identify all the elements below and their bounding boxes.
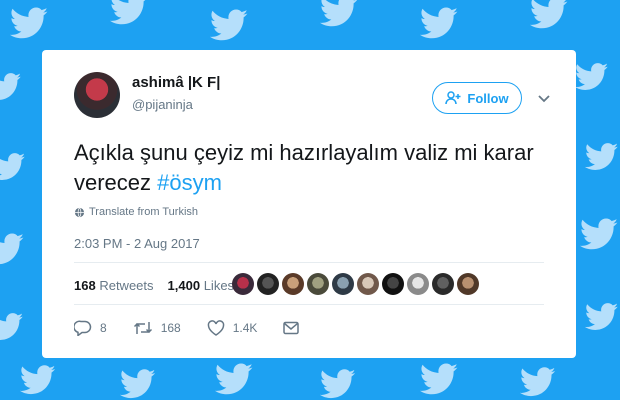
reply-count: 8 [100, 321, 107, 335]
timestamp[interactable]: 2:03 PM - 2 Aug 2017 [74, 236, 200, 251]
divider-bottom [74, 304, 544, 305]
engagement-stats: 168 Retweets 1,400 Likes [74, 278, 234, 293]
likes-count: 1,400 [167, 278, 201, 293]
tweet-card: ashimâ |K F| @pijaninja Follow Açıkla şu… [42, 50, 576, 358]
reply-icon [74, 320, 92, 336]
hashtag-link[interactable]: #ösym [157, 170, 222, 195]
liker-avatar[interactable] [282, 273, 304, 295]
retweet-icon [133, 322, 152, 334]
like-button[interactable]: 1.4K [207, 320, 258, 336]
liker-avatar[interactable] [457, 273, 479, 295]
user-handle[interactable]: @pijaninja [132, 97, 193, 112]
retweets-stat[interactable]: 168 Retweets [74, 278, 154, 293]
retweets-label: Retweets [99, 278, 154, 293]
liker-avatars [232, 273, 479, 295]
translate-link[interactable]: Translate from Turkish [74, 206, 198, 218]
translate-label: Translate from Turkish [89, 206, 199, 218]
retweet-button[interactable]: 168 [133, 320, 181, 336]
likes-label: Likes [203, 278, 235, 293]
follow-button[interactable]: Follow [432, 82, 522, 114]
follow-label: Follow [467, 90, 509, 106]
globe-icon [74, 207, 85, 217]
tweet-actions: 8 168 1.4K [74, 320, 325, 336]
liker-avatar[interactable] [332, 273, 354, 295]
tweet-body: Açıkla şunu çeyiz mi hazırlayalım valiz … [74, 140, 534, 195]
retweets-count: 168 [74, 278, 96, 293]
heart-icon [207, 320, 224, 336]
liker-avatar[interactable] [232, 273, 254, 295]
chevron-down-icon[interactable] [536, 90, 552, 106]
direct-message-icon [283, 321, 300, 335]
avatar[interactable] [74, 72, 120, 118]
tweet-text: Açıkla şunu çeyiz mi hazırlayalım valiz … [74, 138, 544, 198]
divider-top [74, 262, 544, 263]
liker-avatar[interactable] [357, 273, 379, 295]
liker-avatar[interactable] [407, 273, 429, 295]
liker-avatar[interactable] [257, 273, 279, 295]
display-name[interactable]: ashimâ |K F| [132, 74, 220, 91]
direct-message-button[interactable] [283, 321, 300, 335]
reply-button[interactable]: 8 [74, 320, 107, 336]
like-count: 1.4K [232, 321, 258, 335]
retweet-count: 168 [160, 321, 181, 335]
likes-stat[interactable]: 1,400 Likes [168, 278, 235, 293]
liker-avatar[interactable] [307, 273, 329, 295]
liker-avatar[interactable] [382, 273, 404, 295]
liker-avatar[interactable] [432, 273, 454, 295]
follow-person-plus-icon [445, 91, 461, 105]
